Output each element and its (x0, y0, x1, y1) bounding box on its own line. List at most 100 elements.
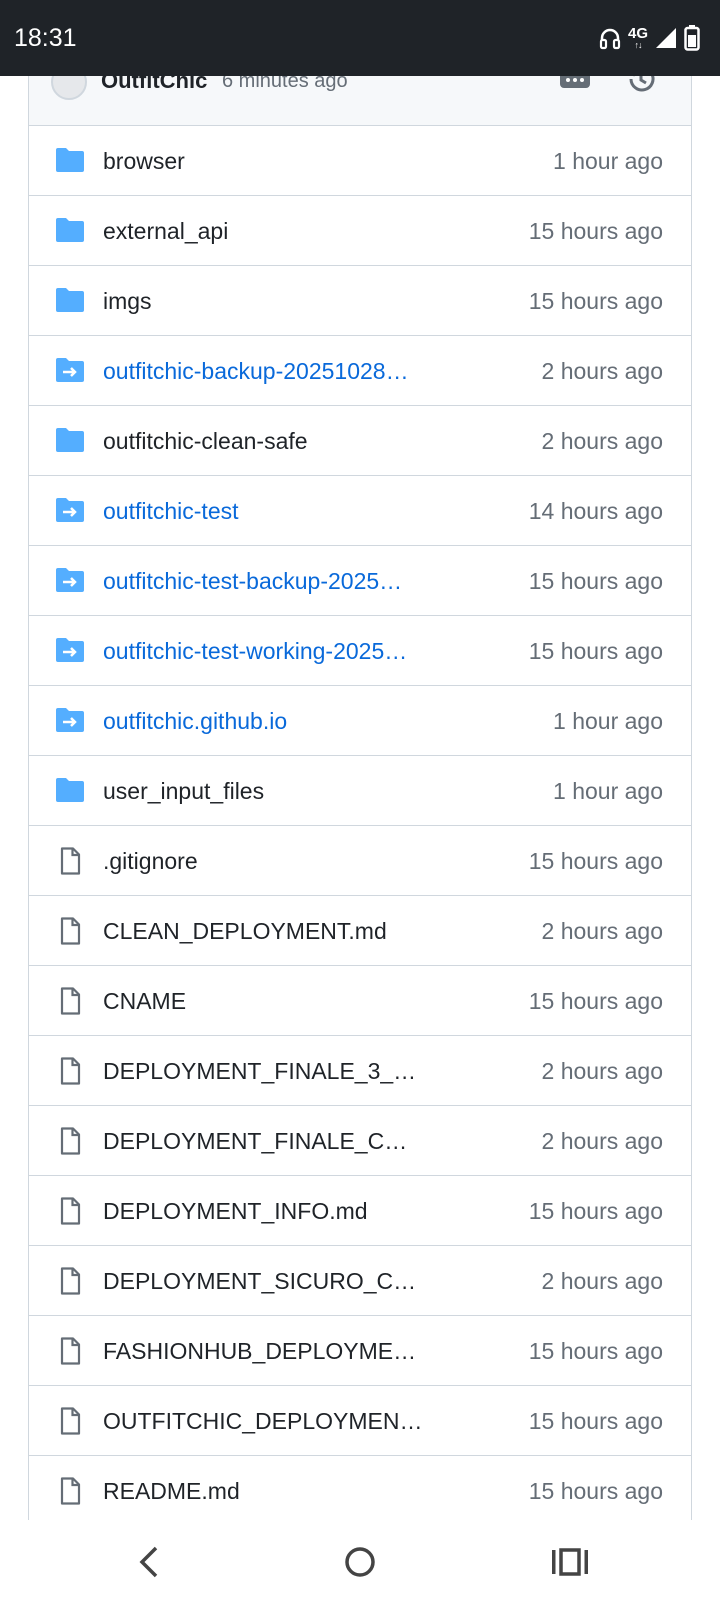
file-age: 14 hours ago (528, 498, 663, 524)
file-row[interactable]: README.md 15 hours ago (29, 1456, 691, 1520)
home-icon[interactable] (340, 1542, 380, 1582)
file-age: 2 hours ago (541, 1128, 663, 1154)
file-icon (55, 1337, 85, 1365)
file-age: 15 hours ago (528, 218, 663, 244)
status-bar: 18:31 4G ↑↓ (0, 0, 720, 76)
file-icon (55, 1267, 85, 1295)
history-icon[interactable] (625, 76, 657, 95)
file-icon (55, 847, 85, 875)
file-name-link[interactable]: outfitchic-test (103, 495, 423, 527)
file-row[interactable]: DEPLOYMENT_FINALE_CO… 2 hours ago (29, 1106, 691, 1176)
file-row[interactable]: outfitchic-test-working-2025… 15 hours ag… (29, 616, 691, 686)
file-name-link[interactable]: outfitchic-test-working-2025… (103, 635, 423, 667)
file-row[interactable]: outfitchic-backup-20251028… 2 hours ago (29, 336, 691, 406)
file-icon (55, 987, 85, 1015)
file-age: 1 hour ago (553, 148, 663, 174)
file-name-link[interactable]: OUTFITCHIC_DEPLOYMENT… (103, 1405, 423, 1437)
file-age: 2 hours ago (541, 428, 663, 454)
file-icon (55, 1127, 85, 1155)
file-name-link[interactable]: browser (103, 145, 423, 177)
file-name-link[interactable]: user_input_files (103, 775, 423, 807)
repo-file-browser[interactable]: OutfitChic 6 minutes ago browser 1 hour a… (0, 76, 720, 1520)
avatar[interactable] (51, 76, 87, 100)
file-name-link[interactable]: DEPLOYMENT_SICURO_CO… (103, 1265, 423, 1297)
file-name-link[interactable]: DEPLOYMENT_FINALE_CO… (103, 1125, 423, 1157)
status-time: 18:31 (14, 24, 77, 52)
file-name-link[interactable]: imgs (103, 285, 423, 317)
submodule-folder-icon (55, 567, 85, 595)
latest-commit-row: OutfitChic 6 minutes ago (29, 76, 691, 126)
folder-icon (55, 217, 85, 245)
file-age: 1 hour ago (553, 708, 663, 734)
file-age: 15 hours ago (528, 988, 663, 1014)
file-row[interactable]: OUTFITCHIC_DEPLOYMENT… 15 hours ago (29, 1386, 691, 1456)
file-age: 2 hours ago (541, 1058, 663, 1084)
file-name-link[interactable]: CNAME (103, 985, 423, 1017)
file-list-box: OutfitChic 6 minutes ago browser 1 hour a… (28, 76, 692, 1520)
file-row[interactable]: external_api 15 hours ago (29, 196, 691, 266)
file-name-link[interactable]: CLEAN_DEPLOYMENT.md (103, 915, 423, 947)
file-icon (55, 1057, 85, 1085)
file-name-link[interactable]: FASHIONHUB_DEPLOYMEN… (103, 1335, 423, 1367)
file-icon (55, 1407, 85, 1435)
file-age: 15 hours ago (528, 1478, 663, 1504)
file-row[interactable]: imgs 15 hours ago (29, 266, 691, 336)
file-age: 1 hour ago (553, 778, 663, 804)
file-row[interactable]: outfitchic-clean-safe 2 hours ago (29, 406, 691, 476)
file-name-link[interactable]: .gitignore (103, 845, 423, 877)
file-age: 2 hours ago (541, 918, 663, 944)
file-age: 15 hours ago (528, 1338, 663, 1364)
file-row[interactable]: CNAME 15 hours ago (29, 966, 691, 1036)
file-age: 2 hours ago (541, 1268, 663, 1294)
status-icons: 4G ↑↓ (598, 22, 700, 54)
file-row[interactable]: CLEAN_DEPLOYMENT.md 2 hours ago (29, 896, 691, 966)
submodule-folder-icon (55, 707, 85, 735)
file-row[interactable]: DEPLOYMENT_INFO.md 15 hours ago (29, 1176, 691, 1246)
file-name-link[interactable]: outfitchic-backup-20251028… (103, 355, 423, 387)
network-type-label: 4G ↑↓ (627, 25, 648, 50)
file-icon (55, 1477, 85, 1505)
file-icon (55, 917, 85, 945)
submodule-folder-icon (55, 497, 85, 525)
file-row[interactable]: DEPLOYMENT_SICURO_CO… 2 hours ago (29, 1246, 691, 1316)
file-age: 15 hours ago (528, 848, 663, 874)
file-row[interactable]: outfitchic-test 14 hours ago (29, 476, 691, 546)
submodule-folder-icon (55, 637, 85, 665)
system-navigation-bar (0, 1520, 720, 1604)
file-row[interactable]: DEPLOYMENT_FINALE_3_FI… 2 hours ago (29, 1036, 691, 1106)
file-name-link[interactable]: README.md (103, 1475, 423, 1507)
file-row[interactable]: outfitchic.github.io 1 hour ago (29, 686, 691, 756)
folder-icon (55, 287, 85, 315)
commit-time: 6 minutes ago (222, 76, 348, 92)
file-row[interactable]: FASHIONHUB_DEPLOYMEN… 15 hours ago (29, 1316, 691, 1386)
commit-author[interactable]: OutfitChic (101, 76, 207, 96)
recents-icon[interactable] (550, 1542, 590, 1582)
file-name-link[interactable]: outfitchic-clean-safe (103, 425, 423, 457)
kebab-horizontal-icon[interactable] (560, 76, 590, 90)
folder-icon (55, 777, 85, 805)
file-name-link[interactable]: outfitchic-test-backup-2025… (103, 565, 423, 597)
file-name-link[interactable]: DEPLOYMENT_INFO.md (103, 1195, 423, 1227)
file-name-link[interactable]: DEPLOYMENT_FINALE_3_FI… (103, 1055, 423, 1087)
file-age: 15 hours ago (528, 638, 663, 664)
file-name-link[interactable]: outfitchic.github.io (103, 705, 423, 737)
battery-icon (684, 25, 700, 51)
headphones-icon (598, 26, 622, 50)
file-age: 2 hours ago (541, 358, 663, 384)
file-age: 15 hours ago (528, 568, 663, 594)
file-age: 15 hours ago (528, 1198, 663, 1224)
file-row[interactable]: .gitignore 15 hours ago (29, 826, 691, 896)
submodule-folder-icon (55, 357, 85, 385)
file-row[interactable]: user_input_files 1 hour ago (29, 756, 691, 826)
back-icon[interactable] (130, 1542, 170, 1582)
file-list: browser 1 hour ago external_api 15 hours ag… (29, 126, 691, 1520)
file-icon (55, 1197, 85, 1225)
file-age: 15 hours ago (528, 288, 663, 314)
file-age: 15 hours ago (528, 1408, 663, 1434)
signal-icon (654, 26, 678, 50)
file-row[interactable]: outfitchic-test-backup-2025… 15 hours ago (29, 546, 691, 616)
file-name-link[interactable]: external_api (103, 215, 423, 247)
folder-icon (55, 427, 85, 455)
file-row[interactable]: browser 1 hour ago (29, 126, 691, 196)
folder-icon (55, 147, 85, 175)
